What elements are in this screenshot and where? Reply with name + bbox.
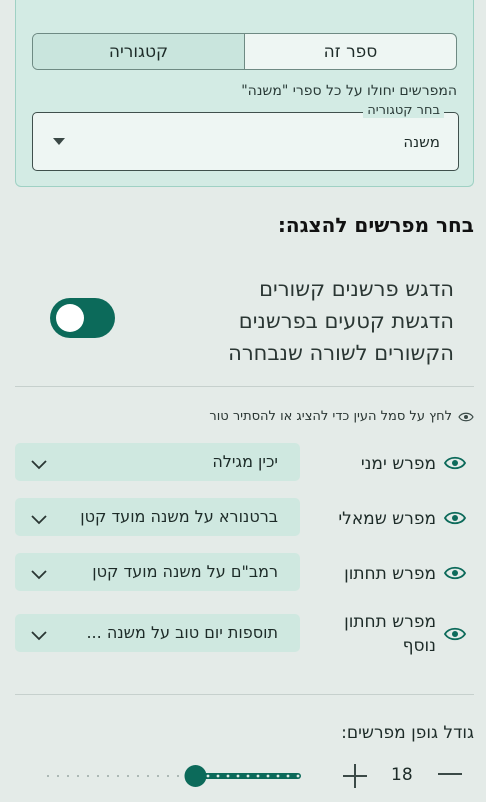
category-select-label: בחר קטגוריה <box>363 103 444 118</box>
dropdown-value: תוספות יום טוב על משנה ... <box>86 623 278 642</box>
slider-tick <box>157 775 159 777</box>
highlight-toggle-switch[interactable] <box>50 298 115 338</box>
slider-tick <box>296 774 300 778</box>
eye-hint: לחץ על סמל העין כדי להציג או להסתיר טור <box>209 409 474 424</box>
commentator-label-left: מפרש שמאלי <box>338 509 436 529</box>
highlight-toggle-line: הקשורים לשורה שנבחרה <box>228 341 454 365</box>
segment-this-book[interactable]: ספר זה <box>245 34 456 69</box>
eye-icon <box>458 411 474 423</box>
scope-note: המפרשים יחולו על כל ספרי "משנה" <box>241 83 457 99</box>
commentator-dropdown-bottom-extra[interactable]: תוספות יום טוב על משנה ... <box>15 614 300 652</box>
dropdown-value: ברטנורא על משנה מועד קטן <box>80 507 278 526</box>
commentator-dropdown-right[interactable]: יכין מגילה <box>15 443 300 481</box>
slider-tick <box>107 775 109 777</box>
highlight-toggle-label: הדגש פרשנים קשורים הדגשת קטעים בפרשנים ה… <box>164 273 454 369</box>
commentator-label-bottom: מפרש תחתון <box>344 564 436 584</box>
slider-tick <box>127 775 129 777</box>
decrease-font-button[interactable] <box>438 773 462 775</box>
slider-tick <box>276 774 280 778</box>
category-select[interactable]: בחר קטגוריה משנה <box>32 103 459 171</box>
slider-tick <box>206 774 210 778</box>
eye-icon[interactable] <box>443 626 467 646</box>
slider-tick <box>97 775 99 777</box>
slider-thumb[interactable] <box>184 765 207 787</box>
commentator-dropdown-bottom[interactable]: רמב"ם על משנה מועד קטן <box>15 553 300 591</box>
caret-down-icon <box>53 138 65 145</box>
slider-tick <box>286 774 290 778</box>
slider-tick <box>67 775 69 777</box>
chevron-down-icon <box>31 510 47 529</box>
scope-segmented-control: ספר זה קטגוריה <box>32 33 457 70</box>
commentator-label-right: מפרש ימני <box>360 454 436 474</box>
slider-tick <box>87 775 89 777</box>
eye-icon[interactable] <box>443 565 467 585</box>
slider-tick <box>57 775 59 777</box>
slider-tick <box>167 775 169 777</box>
dropdown-value: רמב"ם על משנה מועד קטן <box>92 562 278 581</box>
slider-tick <box>266 774 270 778</box>
category-select-value: משנה <box>403 133 440 151</box>
slider-tick <box>137 775 139 777</box>
increase-font-button[interactable] <box>343 764 367 788</box>
font-size-value: 18 <box>391 765 413 785</box>
dropdown-value: יכין מגילה <box>212 452 278 471</box>
highlight-toggle-line: הדגש פרשנים קשורים <box>259 277 454 301</box>
section-title: בחר מפרשים להצגה: <box>277 213 474 237</box>
commentator-dropdown-left[interactable]: ברטנורא על משנה מועד קטן <box>15 498 300 536</box>
slider-tick <box>47 775 49 777</box>
toggle-knob <box>56 304 84 332</box>
scope-card: ספר זה קטגוריה המפרשים יחולו על כל ספרי … <box>15 0 474 187</box>
divider <box>15 386 474 387</box>
chevron-down-icon <box>31 565 47 584</box>
divider <box>15 694 474 695</box>
slider-tick <box>236 774 240 778</box>
chevron-down-icon <box>31 626 47 645</box>
eye-icon[interactable] <box>443 455 467 475</box>
highlight-toggle-line: הדגשת קטעים בפרשנים <box>238 309 454 333</box>
chevron-down-icon <box>31 455 47 474</box>
font-size-label: גודל גופן מפרשים: <box>341 723 474 743</box>
slider-tick <box>226 774 230 778</box>
segment-category[interactable]: קטגוריה <box>33 34 245 69</box>
font-size-slider[interactable] <box>44 764 302 788</box>
slider-tick <box>147 775 149 777</box>
slider-tick <box>177 775 179 777</box>
eye-hint-text: לחץ על סמל העין כדי להציג או להסתיר טור <box>209 409 452 424</box>
slider-tick <box>117 775 119 777</box>
commentator-label-bottom-extra: מפרש תחתון נוסף <box>344 612 436 656</box>
slider-tick <box>216 774 220 778</box>
slider-tick <box>256 774 260 778</box>
slider-tick <box>77 775 79 777</box>
eye-icon[interactable] <box>443 510 467 530</box>
slider-tick <box>246 774 250 778</box>
